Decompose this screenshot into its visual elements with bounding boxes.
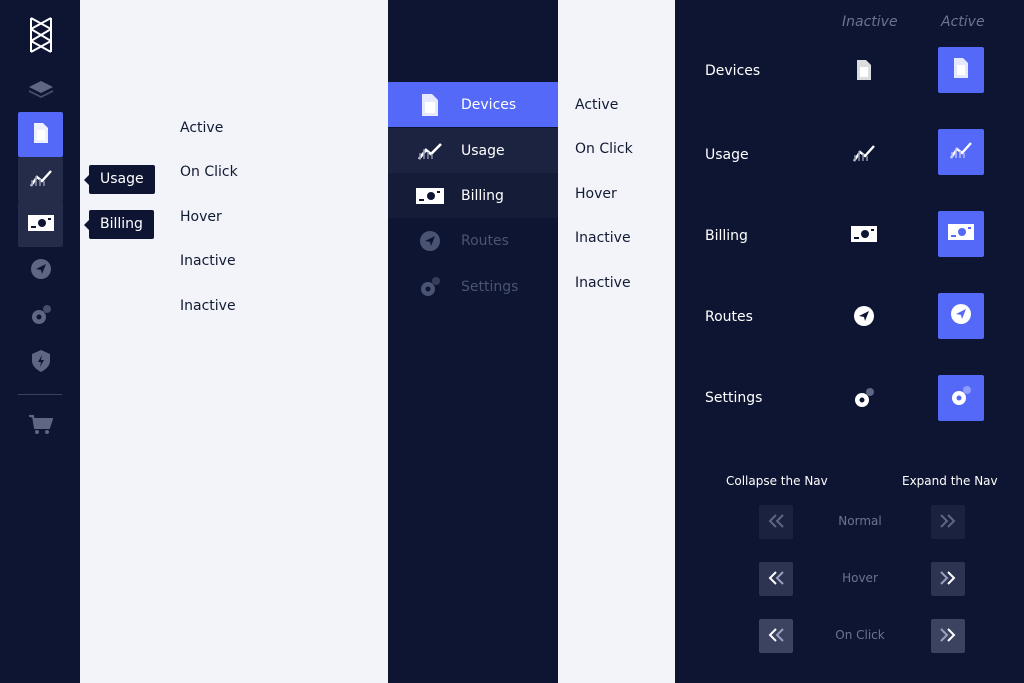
row-label-settings: Settings: [705, 390, 763, 406]
nav-state-label-inactive: Inactive: [575, 230, 631, 246]
usage-rail-button[interactable]: [18, 157, 63, 202]
chevrons-left-icon: [767, 513, 785, 532]
devices-active-button[interactable]: [938, 47, 984, 93]
routes-active-button[interactable]: [938, 293, 984, 339]
layers-icon[interactable]: [18, 66, 63, 111]
chevrons-left-icon: [767, 627, 785, 646]
chevrons-right-icon: [939, 513, 957, 532]
cart-icon: [28, 414, 53, 439]
nav-item-label: Billing: [461, 187, 504, 204]
usage-icon: [29, 169, 52, 191]
chevrons-left-icon: [767, 570, 785, 589]
nav-item-routes[interactable]: Routes: [388, 218, 558, 263]
billing-icon: [850, 220, 878, 248]
routes-icon: [416, 218, 444, 263]
state-label-inactive: Inactive: [180, 298, 236, 314]
usage-active-button[interactable]: [938, 129, 984, 175]
state-label-on-click: On Click: [180, 164, 238, 180]
usage-tooltip: Usage: [84, 165, 155, 194]
expand-nav-button-on-click[interactable]: [931, 619, 965, 653]
routes-rail-button[interactable]: [18, 248, 63, 293]
row-label-billing: Billing: [705, 228, 748, 244]
billing-icon: [948, 224, 974, 244]
collapse-nav-heading: Collapse the Nav: [726, 474, 828, 488]
nav-state-label-active: Active: [575, 97, 619, 113]
chevron-state-label-normal: Normal: [838, 514, 882, 528]
nav-state-label-inactive: Inactive: [575, 275, 631, 291]
collapse-nav-button-on-click[interactable]: [759, 619, 793, 653]
state-label-hover: Hover: [180, 209, 222, 225]
nav-item-label: Usage: [461, 142, 505, 159]
nav-state-label-on-click: On Click: [575, 141, 633, 157]
column-header-active: Active: [941, 14, 985, 30]
billing-active-button[interactable]: [938, 211, 984, 257]
chevrons-right-icon: [939, 627, 957, 646]
security-rail-button[interactable]: [18, 340, 63, 385]
row-label-devices: Devices: [705, 63, 761, 79]
settings-icon: [30, 304, 52, 330]
nav-item-settings[interactable]: Settings: [388, 264, 558, 309]
state-label-active: Active: [180, 120, 224, 136]
nav-item-usage[interactable]: Usage: [388, 128, 558, 173]
devices-icon: [954, 58, 968, 82]
routes-icon: [850, 302, 878, 330]
usage-icon: [416, 128, 444, 173]
nav-item-label: Routes: [461, 232, 509, 249]
devices-rail-button[interactable]: [18, 112, 63, 157]
row-label-routes: Routes: [705, 309, 753, 325]
collapsed-nav-rail: [0, 0, 80, 683]
routes-icon: [30, 258, 51, 283]
chevron-state-label-hover: Hover: [842, 571, 878, 585]
brand-logo-icon[interactable]: [18, 12, 63, 57]
settings-icon: [416, 264, 444, 309]
collapse-nav-button-hover[interactable]: [759, 562, 793, 596]
expand-nav-heading: Expand the Nav: [902, 474, 998, 488]
settings-icon: [950, 385, 972, 411]
billing-tooltip: Billing: [84, 210, 154, 239]
settings-active-button[interactable]: [938, 375, 984, 421]
usage-icon: [950, 141, 972, 163]
settings-icon: [850, 384, 878, 412]
collapse-nav-button-normal[interactable]: [759, 505, 793, 539]
nav-item-label: Settings: [461, 278, 519, 295]
column-header-inactive: Inactive: [842, 14, 898, 30]
billing-icon: [416, 173, 444, 218]
row-label-usage: Usage: [705, 147, 749, 163]
devices-icon: [850, 56, 878, 84]
billing-icon: [27, 214, 54, 235]
security-icon: [31, 349, 50, 376]
chevron-state-label-on-click: On Click: [835, 628, 885, 642]
nav-item-label: Devices: [461, 96, 517, 113]
devices-icon: [33, 122, 48, 147]
cart-rail-button[interactable]: [18, 404, 63, 449]
rail-divider: [18, 394, 62, 395]
state-label-inactive: Inactive: [180, 253, 236, 269]
expanded-nav: Devices Usage Billing Routes Settings: [388, 0, 558, 683]
expand-nav-button-hover[interactable]: [931, 562, 965, 596]
nav-state-label-hover: Hover: [575, 186, 617, 202]
routes-icon: [951, 304, 971, 328]
usage-icon: [850, 139, 878, 167]
billing-rail-button[interactable]: [18, 202, 63, 247]
expand-nav-button-normal[interactable]: [931, 505, 965, 539]
nav-item-billing[interactable]: Billing: [388, 173, 558, 218]
nav-item-devices[interactable]: Devices: [388, 82, 558, 127]
chevrons-right-icon: [939, 570, 957, 589]
devices-icon: [416, 82, 444, 127]
settings-rail-button[interactable]: [18, 294, 63, 339]
